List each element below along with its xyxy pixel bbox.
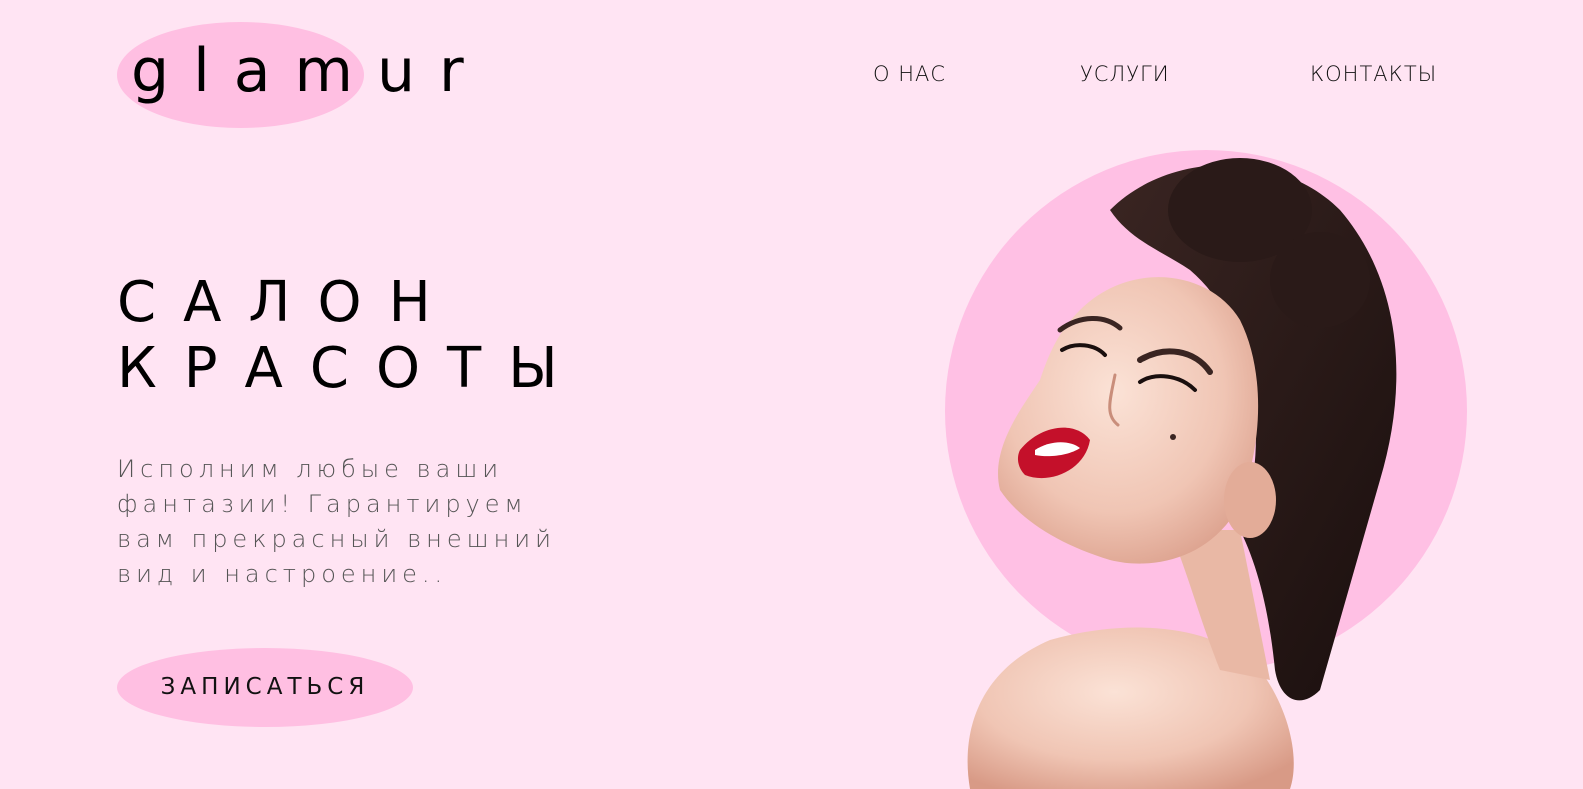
hair-roll-side [1270,232,1370,328]
book-appointment-button[interactable]: ЗАПИСАТЬСЯ [117,648,413,727]
hero-title: САЛОН КРАСОТЫ [117,270,585,402]
hero-title-line1: САЛОН [117,270,458,335]
hero-portrait [940,150,1583,789]
portrait-illustration [967,158,1397,789]
ear-shape [1224,462,1276,538]
nav-link-services[interactable]: УСЛУГИ [1080,62,1170,86]
logo[interactable]: glamur [117,22,497,128]
nav-link-about[interactable]: О НАС [873,62,946,86]
landing-page: glamur О НАС УСЛУГИ КОНТАКТЫ САЛОН КРАСО… [0,0,1583,789]
beauty-mark [1170,434,1176,440]
main-nav: О НАС УСЛУГИ КОНТАКТЫ [873,62,1453,92]
hero-title-line2: КРАСОТЫ [117,336,585,401]
logo-text[interactable]: glamur [131,36,488,106]
face-shape [998,277,1259,564]
nav-link-contacts[interactable]: КОНТАКТЫ [1310,62,1437,86]
hero-description: Исполним любые ваши фантазии! Гарантируе… [117,455,556,588]
